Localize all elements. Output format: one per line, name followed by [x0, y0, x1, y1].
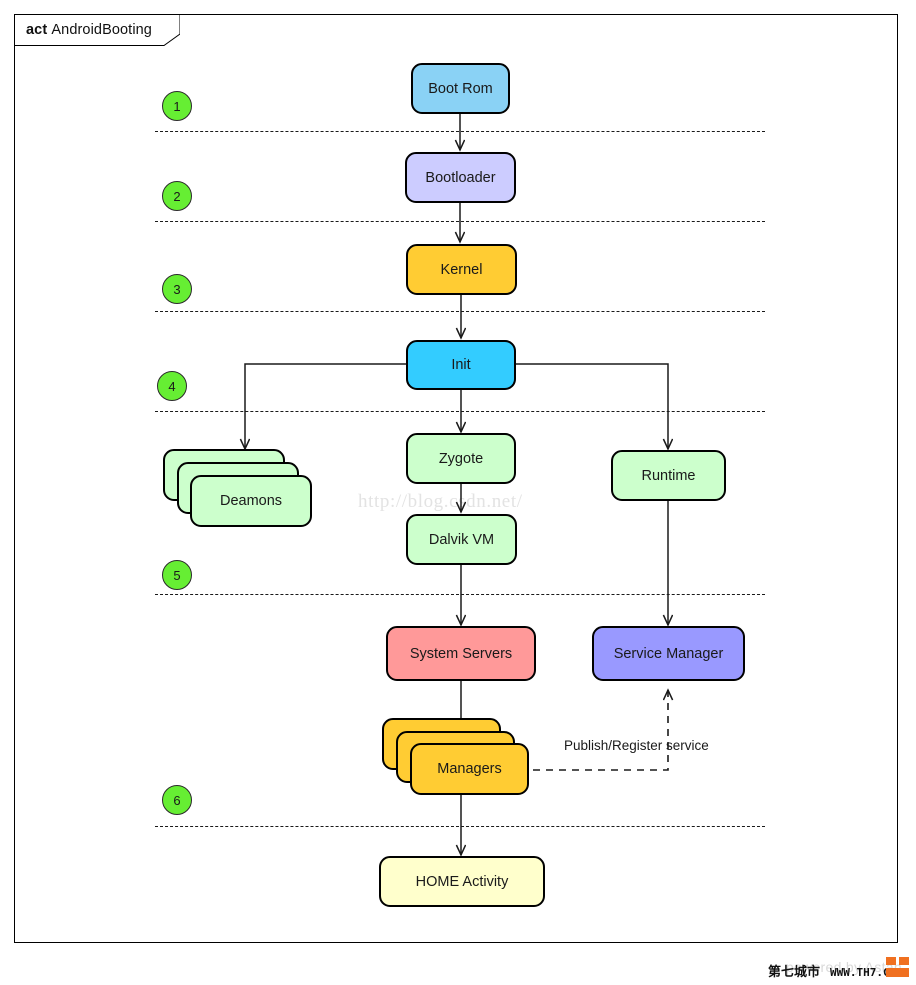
partition-marker-3: 3 [162, 274, 192, 304]
partition-marker-2-label: 2 [173, 188, 181, 204]
node-deamons-label: Deamons [219, 493, 283, 509]
watermark-url: http://blog.csdn.net/ [358, 491, 523, 512]
node-init-label: Init [451, 357, 471, 373]
node-deamons[interactable]: Deamons [190, 475, 312, 527]
node-system-servers-label: System Servers [409, 645, 513, 662]
partition-line-1 [155, 131, 765, 132]
node-boot-rom-label: Boot Rom [428, 80, 493, 97]
diagram-kind: act [26, 22, 48, 38]
diagram-title: act AndroidBooting [26, 22, 152, 38]
node-home-activity[interactable]: HOME Activity [379, 856, 545, 907]
node-zygote[interactable]: Zygote [406, 433, 516, 484]
partition-marker-3-label: 3 [173, 281, 181, 297]
node-home-activity-label: HOME Activity [415, 873, 509, 890]
node-service-manager-label: Service Manager [613, 645, 724, 662]
partition-line-3 [155, 311, 765, 312]
diagram-canvas: act AndroidBooting http://blog.csdn.net/… [0, 0, 916, 985]
diagram-name: AndroidBooting [51, 22, 152, 38]
node-init[interactable]: Init [406, 340, 516, 390]
partition-marker-4-label: 4 [168, 378, 176, 394]
partition-marker-6: 6 [162, 785, 192, 815]
partition-marker-5-label: 5 [173, 567, 181, 583]
partition-marker-6-label: 6 [173, 792, 181, 808]
node-runtime-label: Runtime [641, 467, 696, 484]
partition-marker-2: 2 [162, 181, 192, 211]
node-service-manager[interactable]: Service Manager [592, 626, 745, 681]
partition-line-4 [155, 411, 765, 412]
node-bootloader[interactable]: Bootloader [405, 152, 516, 203]
node-runtime[interactable]: Runtime [611, 450, 726, 501]
edge-label-publish-register: Publish/Register service [564, 738, 709, 753]
node-kernel[interactable]: Kernel [406, 244, 517, 295]
partition-marker-1-label: 1 [173, 98, 181, 114]
node-kernel-label: Kernel [440, 261, 483, 278]
partition-marker-5: 5 [162, 560, 192, 590]
node-boot-rom[interactable]: Boot Rom [411, 63, 510, 114]
node-managers[interactable]: Managers [410, 743, 529, 795]
site-logo-name: 第七城市 [768, 965, 821, 980]
partition-marker-1: 1 [162, 91, 192, 121]
node-dalvik-vm-label: Dalvik VM [428, 531, 495, 548]
site-logo-mark-icon [886, 957, 910, 977]
partition-line-5 [155, 594, 765, 595]
partition-line-2 [155, 221, 765, 222]
site-logo: 第七城市 WWW.TH7.CN [764, 957, 910, 985]
node-managers-label: Managers [437, 761, 502, 777]
node-zygote-label: Zygote [438, 450, 484, 467]
node-bootloader-label: Bootloader [425, 169, 496, 186]
partition-line-6 [155, 826, 765, 827]
node-system-servers[interactable]: System Servers [386, 626, 536, 681]
node-dalvik-vm[interactable]: Dalvik VM [406, 514, 517, 565]
partition-marker-4: 4 [157, 371, 187, 401]
